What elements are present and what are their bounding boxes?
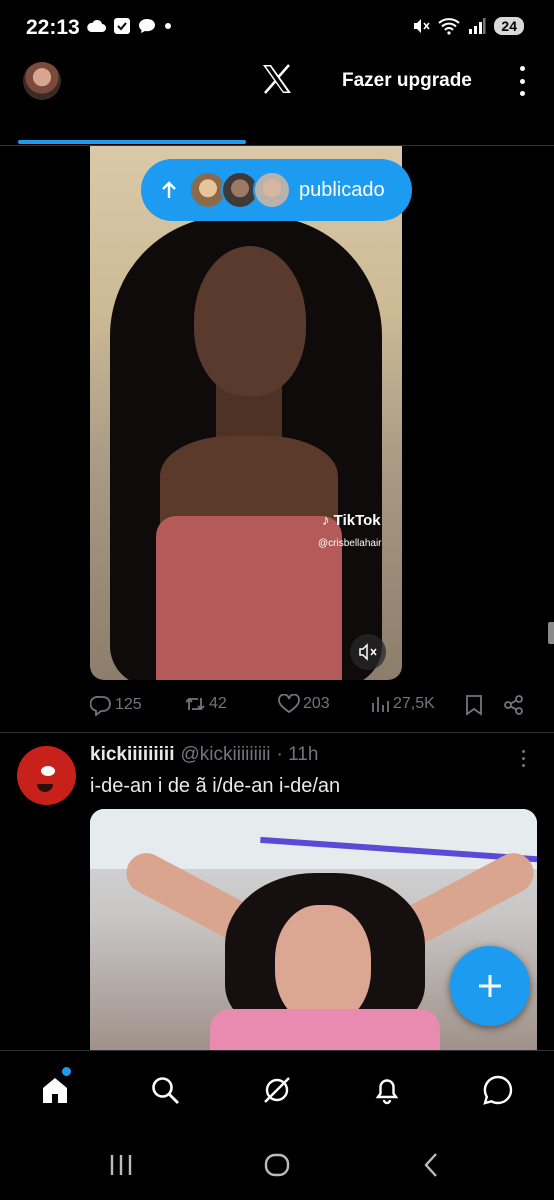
upgrade-button[interactable]: Fazer upgrade [342,70,472,92]
recents-button[interactable] [104,1150,138,1180]
arrow-up-icon [162,181,176,198]
status-time: 22:13 [26,16,80,39]
tiktok-brand: TikTok [333,512,381,529]
home-icon [43,1078,67,1103]
dot-icon [165,23,171,29]
volume-muted-icon [359,643,377,661]
wifi-icon [438,18,461,35]
share-button[interactable] [503,694,525,716]
messages-icon [483,1075,513,1105]
post-actions: 125 42 203 27,5K [90,694,530,720]
reply-button[interactable]: 125 [90,694,142,716]
share-icon [504,695,523,715]
like-button[interactable]: 203 [278,694,330,714]
system-navigation [0,1130,554,1200]
new-posts-pill[interactable]: publicado [141,159,412,221]
back-button[interactable] [414,1150,448,1180]
more-options-icon[interactable] [514,66,530,96]
nav-messages[interactable] [481,1073,515,1107]
views-button[interactable]: 27,5K [370,694,435,714]
post-more-icon[interactable] [522,750,525,767]
views-chart-icon [372,697,389,712]
compose-button[interactable] [450,946,530,1026]
mute-status-icon [414,19,431,33]
repost-button[interactable]: 42 [184,694,227,714]
post-text: i-de-an i de ã i/de-an i-de/an [90,775,341,797]
bookmark-button[interactable] [465,694,483,716]
bottom-navigation [0,1050,554,1130]
chat-bubble-icon [139,19,155,33]
tiktok-handle: @crisbellahair [318,538,382,549]
back-chevron-icon [424,1153,437,1177]
tiktok-note-icon: ♪ [322,512,330,529]
x-logo-icon[interactable] [260,62,294,96]
status-system-icons: 24 [412,17,524,35]
avatar [253,171,291,209]
mute-toggle[interactable] [350,634,386,670]
views-count: 27,5K [393,695,435,712]
status-notifications [86,18,172,34]
signal-icon [469,18,486,34]
profile-avatar[interactable] [23,62,61,100]
reply-count: 125 [115,696,142,713]
author-name[interactable]: kickiiiiiiiii [90,744,175,766]
plus-icon [479,975,501,997]
nav-grok[interactable] [260,1073,294,1107]
nav-search[interactable] [148,1073,182,1107]
tab-indicator-for-you [18,140,246,144]
post-video-thumbnail[interactable]: ♪ TikTok @crisbellahair [90,146,402,680]
home-system-button[interactable] [260,1150,294,1180]
top-app-bar: Fazer upgrade [0,58,554,146]
like-count: 203 [303,695,330,712]
home-circle-icon [264,1153,290,1177]
author-handle[interactable]: @kickiiiiiiiii [181,744,271,766]
author-avatar[interactable] [17,746,76,805]
post-time: · 11h [276,744,319,765]
grok-icon [264,1077,290,1103]
heart-icon [278,694,300,714]
bell-icon [375,1079,399,1105]
edge-panel-handle[interactable] [548,622,554,644]
pill-label: publicado [299,178,385,201]
check-icon [114,18,130,34]
nav-notifications[interactable] [370,1073,404,1107]
home-notification-dot [62,1067,71,1076]
bookmark-icon [466,695,482,716]
repost-icon [185,697,205,711]
repost-count: 42 [209,695,227,712]
status-bar: 22:13 24 [0,0,554,58]
tiktok-watermark: ♪ TikTok [322,512,381,529]
search-icon [152,1077,179,1104]
post-video-thumbnail[interactable] [90,809,537,1059]
post-header: kickiiiiiiiii @kickiiiiiiiii · 11h [90,744,318,766]
post-divider [0,732,554,733]
reply-icon [90,695,111,716]
recents-icon [110,1155,132,1175]
nav-home[interactable] [38,1073,72,1107]
pill-avatars [189,171,291,209]
battery-indicator: 24 [494,17,524,35]
cloud-icon [87,19,106,32]
